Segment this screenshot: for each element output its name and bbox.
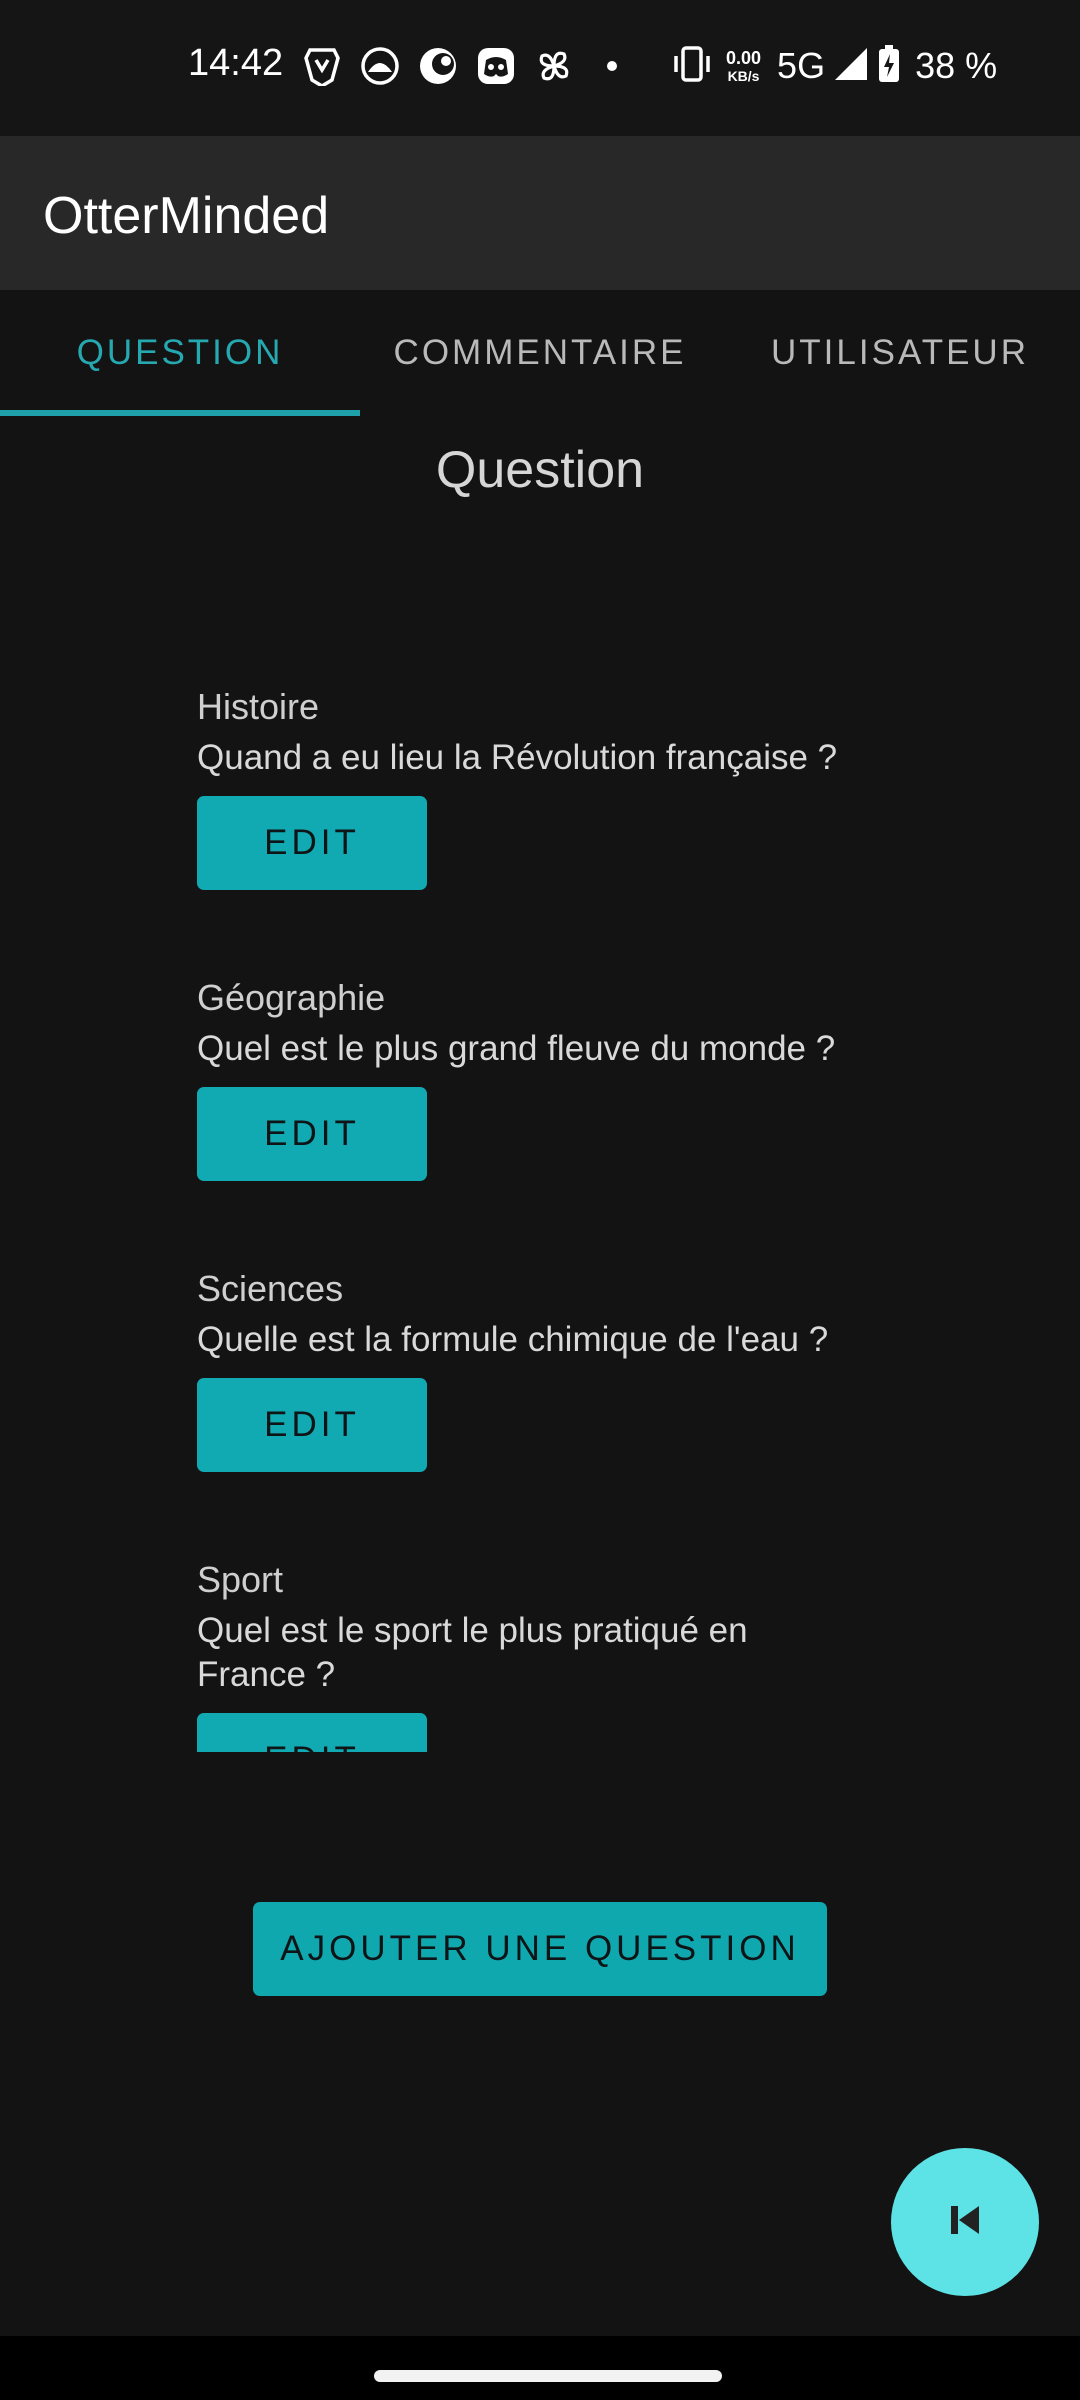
question-category: Sciences bbox=[197, 1268, 344, 1309]
edit-button[interactable]: EDIT bbox=[197, 1378, 427, 1472]
question-item: Sport Quel est le sport le plus pratiqué… bbox=[197, 1555, 897, 1752]
battery-icon bbox=[877, 44, 901, 89]
section-title: Question bbox=[435, 441, 645, 499]
skip-previous-icon bbox=[945, 2200, 985, 2245]
app-title: OtterMinded bbox=[43, 187, 330, 245]
vibrate-icon bbox=[670, 44, 714, 89]
question-category: Géographie bbox=[197, 977, 386, 1018]
tab-indicator bbox=[0, 410, 360, 416]
add-question-button[interactable]: AJOUTER UNE QUESTION bbox=[253, 1902, 827, 1996]
edit-button[interactable]: EDIT bbox=[197, 1087, 427, 1181]
navigation-bar bbox=[0, 2336, 1080, 2400]
skip-previous-fab[interactable] bbox=[891, 2148, 1039, 2296]
question-list[interactable]: Histoire Quand a eu lieu la Révolution f… bbox=[0, 660, 1080, 1752]
battery-percent: 38 % bbox=[915, 45, 998, 86]
otter-icon bbox=[358, 44, 402, 88]
brave-icon bbox=[300, 44, 344, 88]
question-text: Quelle est la formule chimique de l'eau … bbox=[197, 1320, 829, 1359]
notification-icons bbox=[300, 44, 634, 88]
question-category: Histoire bbox=[197, 686, 320, 727]
question-text: Quel est le plus grand fleuve du monde ? bbox=[197, 1029, 836, 1068]
system-icons: 0.00 KB/s 5G 38 % bbox=[670, 40, 997, 92]
tab-commentaire[interactable]: COMMENTAIRE bbox=[360, 290, 720, 416]
network-speed: 0.00 KB/s bbox=[726, 49, 761, 83]
question-text: Quand a eu lieu la Révolution française … bbox=[197, 738, 838, 777]
status-time: 14:42 bbox=[188, 42, 284, 84]
network-speed-value: 0.00 bbox=[726, 48, 762, 68]
app-bar: OtterMinded bbox=[0, 136, 1080, 290]
crunchyroll-icon bbox=[416, 44, 460, 88]
question-category: Sport bbox=[197, 1559, 284, 1600]
tab-question[interactable]: QUESTION bbox=[0, 290, 360, 416]
question-item: Géographie Quel est le plus grand fleuve… bbox=[197, 973, 897, 1181]
question-item: Sciences Quelle est la formule chimique … bbox=[197, 1264, 897, 1472]
network-speed-unit: KB/s bbox=[727, 68, 760, 84]
discord-icon bbox=[474, 44, 518, 88]
home-gesture-handle[interactable] bbox=[374, 2370, 722, 2382]
edit-button[interactable]: EDIT bbox=[197, 1713, 427, 1752]
status-bar: 14:42 0.00 KB/s 5G 38 % bbox=[0, 0, 1080, 136]
question-text: Quel est le sport le plus pratiqué en Fr… bbox=[197, 1611, 748, 1694]
edit-button[interactable]: EDIT bbox=[197, 796, 427, 890]
tab-bar: QUESTION COMMENTAIRE UTILISATEUR bbox=[0, 290, 1080, 416]
pinwheel-icon bbox=[532, 44, 576, 88]
question-item: Histoire Quand a eu lieu la Révolution f… bbox=[197, 682, 897, 890]
signal-icon bbox=[833, 46, 869, 87]
tab-utilisateur[interactable]: UTILISATEUR bbox=[720, 290, 1080, 416]
dot-icon bbox=[590, 44, 634, 88]
network-type: 5G bbox=[777, 45, 826, 86]
